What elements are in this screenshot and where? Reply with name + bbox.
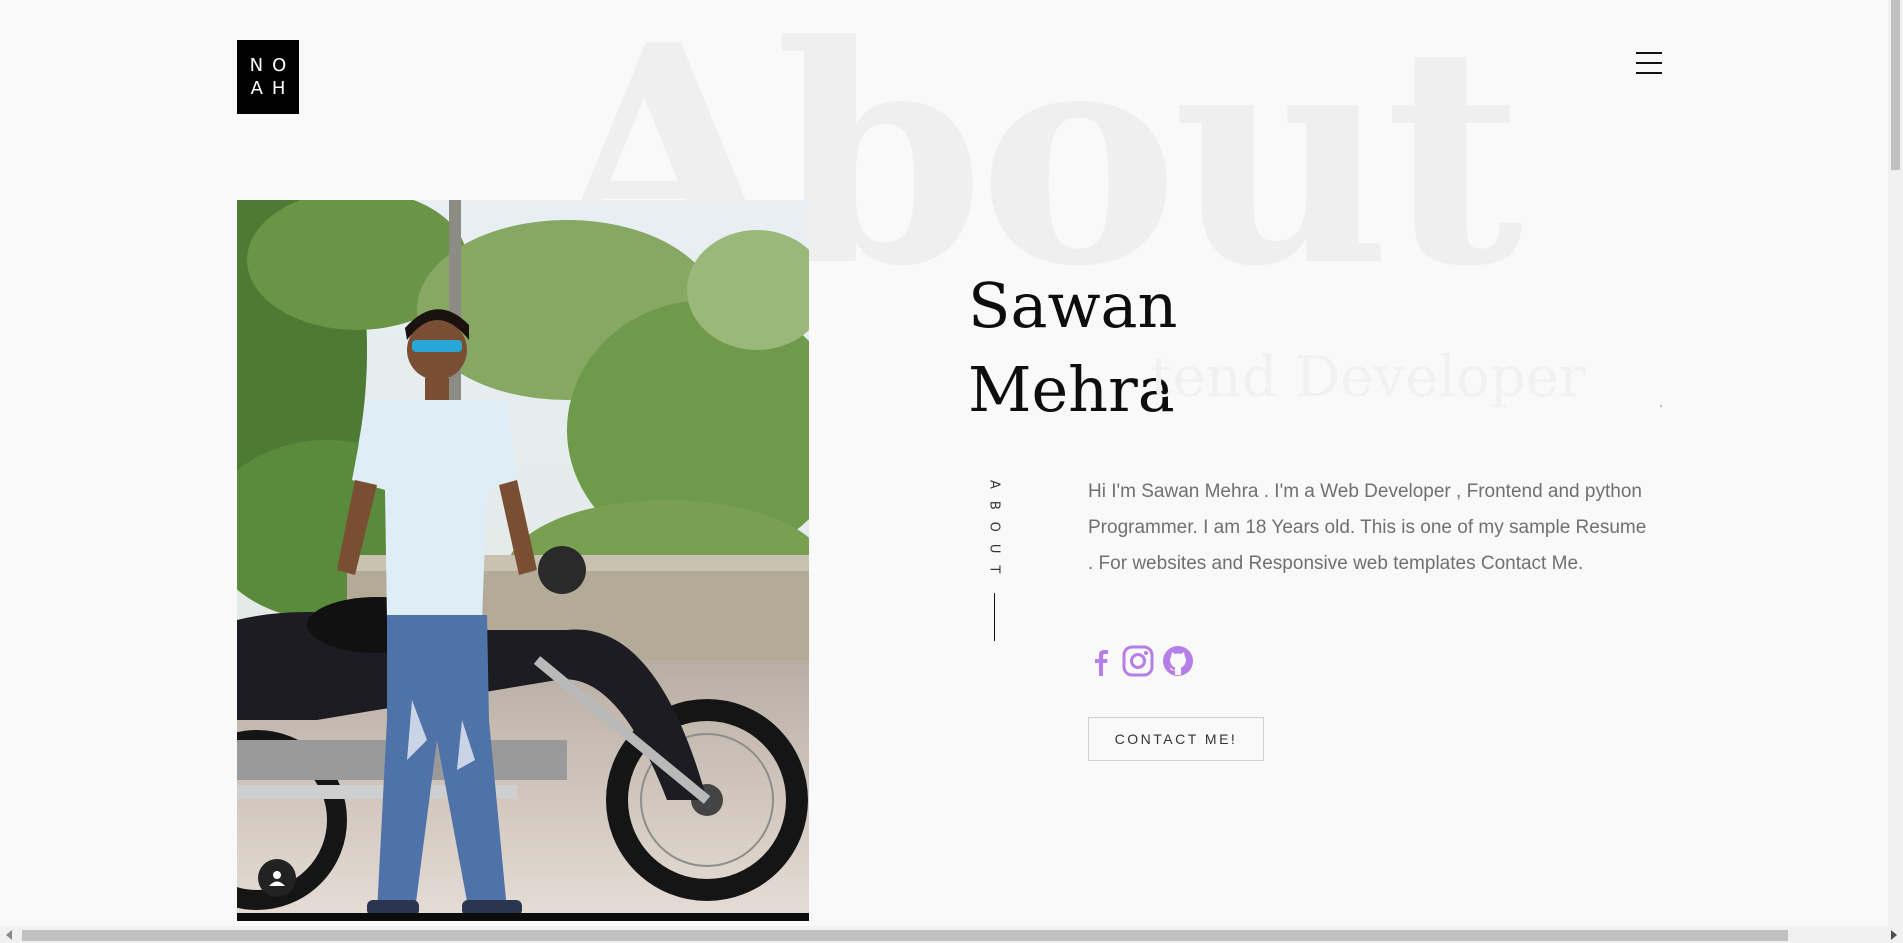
profile-photo — [237, 200, 809, 921]
first-name: Sawan — [968, 269, 1178, 342]
scroll-left-arrow-icon[interactable] — [6, 930, 12, 940]
section-label-line — [993, 593, 995, 642]
site-logo[interactable]: NO AH — [237, 40, 299, 114]
logo-line-1: NO — [249, 54, 296, 76]
profile-photo-illustration — [237, 200, 809, 921]
contact-me-button[interactable]: CONTACT ME! — [1088, 717, 1264, 761]
typing-cursor — [1660, 405, 1662, 407]
horizontal-scrollbar[interactable] — [0, 926, 1903, 943]
about-page: About NO AH Sawan Mehra tend Developer A… — [0, 0, 1903, 943]
github-icon[interactable] — [1162, 645, 1194, 677]
horizontal-scrollbar-thumb[interactable] — [22, 930, 1788, 941]
last-name: Mehra — [968, 353, 1175, 426]
typed-role-text: tend Developer — [1150, 345, 1586, 410]
scroll-right-arrow-icon[interactable] — [1891, 930, 1897, 940]
bio-text: Hi I'm Sawan Mehra . I'm a Web Developer… — [1088, 481, 1647, 574]
section-label: ABOUT — [986, 480, 1002, 642]
profile-name: Sawan Mehra — [968, 264, 1177, 432]
facebook-icon[interactable] — [1088, 644, 1114, 678]
vertical-scrollbar-thumb[interactable] — [1891, 0, 1900, 170]
section-label-text: ABOUT — [986, 480, 1002, 586]
hamburger-icon[interactable] — [1636, 52, 1662, 74]
social-links — [1088, 644, 1194, 678]
vertical-scrollbar[interactable] — [1888, 0, 1903, 943]
logo-line-2: AH — [250, 77, 295, 99]
user-avatar-icon[interactable] — [258, 859, 296, 897]
photo-bottom-bar — [237, 913, 809, 921]
instagram-icon[interactable] — [1122, 645, 1154, 677]
